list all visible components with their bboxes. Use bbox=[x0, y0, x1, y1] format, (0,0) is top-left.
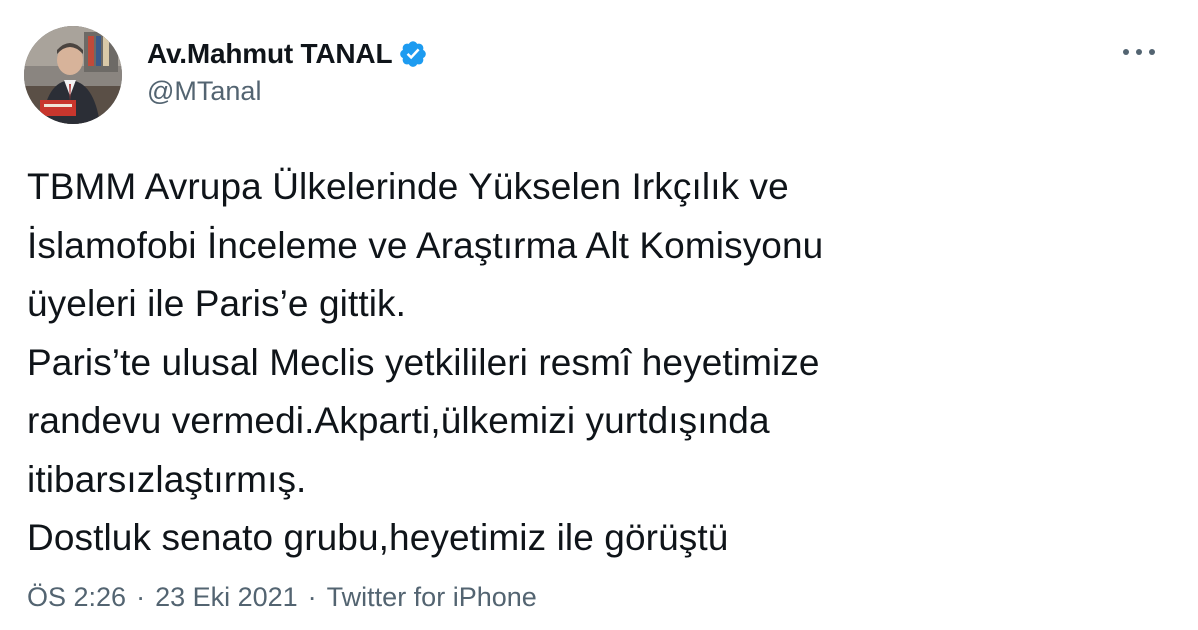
author-handle[interactable]: @MTanal bbox=[147, 76, 261, 107]
avatar[interactable] bbox=[24, 26, 122, 124]
avatar-image bbox=[24, 26, 122, 124]
more-options-button[interactable] bbox=[1122, 40, 1156, 64]
tweet-card: Av.Mahmut TANAL @MTanal TBMM Avrupa Ülke… bbox=[0, 0, 1198, 630]
tweet-text-line: Paris’te ulusal Meclis yetkilileri resmî… bbox=[27, 341, 820, 383]
meta-separator: · bbox=[307, 582, 317, 612]
tweet-metadata: ÖS 2:26 · 23 Eki 2021 · Twitter for iPho… bbox=[27, 582, 537, 613]
author-name-row[interactable]: Av.Mahmut TANAL bbox=[147, 36, 428, 72]
more-horizontal-icon bbox=[1123, 49, 1155, 55]
author-display-name[interactable]: Av.Mahmut TANAL bbox=[147, 38, 393, 70]
verified-badge-icon bbox=[398, 39, 428, 69]
tweet-text-line: randevu vermedi.Akparti,ülkemizi yurtdış… bbox=[27, 400, 770, 441]
tweet-source[interactable]: Twitter for iPhone bbox=[327, 582, 537, 613]
meta-separator: · bbox=[136, 582, 146, 612]
tweet-text-line: itibarsızlaştırmış. bbox=[27, 458, 307, 500]
tweet-time[interactable]: ÖS 2:26 bbox=[27, 582, 126, 613]
tweet-text-line: Dostluk senato grubu,heyetimiz ile görüş… bbox=[27, 517, 729, 558]
tweet-text: TBMM Avrupa Ülkelerinde Yükselen Irkçılı… bbox=[27, 158, 1167, 568]
tweet-text-line: İslamofobi İnceleme ve Araştırma Alt Kom… bbox=[27, 224, 824, 266]
tweet-text-line: üyeleri ile Paris’e gittik. bbox=[27, 283, 407, 324]
tweet-text-line: TBMM Avrupa Ülkelerinde Yükselen Irkçılı… bbox=[27, 166, 789, 207]
tweet-date[interactable]: 23 Eki 2021 bbox=[155, 582, 298, 613]
